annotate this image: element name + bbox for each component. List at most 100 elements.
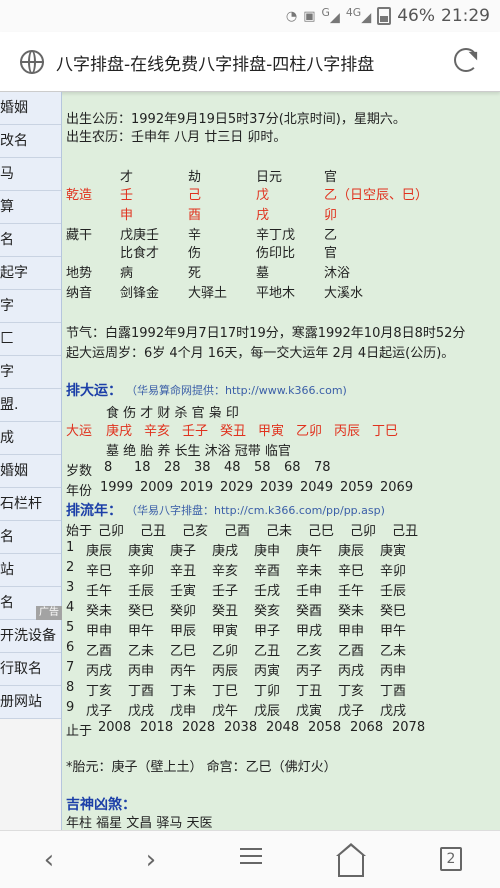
end-value: 2078 — [392, 720, 426, 735]
liunian-item: 癸亥 — [254, 604, 281, 619]
sidebar-item[interactable]: 名 — [0, 224, 61, 257]
liunian-item: 丁卯 — [254, 684, 281, 699]
sidebar-item[interactable]: 匚 — [0, 323, 61, 356]
heavenly-stem: 壬 — [120, 188, 134, 203]
end-value: 2068 — [350, 720, 384, 735]
liunian-item: 丁亥 — [338, 684, 365, 699]
liunian-item: 丁巳 — [212, 684, 239, 699]
end-value: 2058 — [308, 720, 342, 735]
dayun-title: 排大运： — [66, 383, 122, 399]
year-value: 2069 — [380, 480, 414, 495]
ad-badge[interactable]: 广告 — [36, 606, 62, 620]
signal-4g-icon: 4G◢ — [345, 6, 372, 26]
sidebar-item[interactable]: 开洗设备 — [0, 620, 61, 653]
nayin-value: 大溪水 — [324, 286, 364, 301]
start-value: 己卯 — [98, 524, 125, 539]
status-bar: ◔ ▣ G◢ 4G◢ 46% 21:29 — [0, 0, 500, 32]
sidebar-item[interactable]: 行取名 — [0, 653, 61, 686]
liunian-item: 庚子 — [170, 544, 197, 559]
age-value: 38 — [194, 460, 211, 475]
sidebar-item[interactable]: 改名 — [0, 125, 61, 158]
liunian-item: 乙丑 — [254, 644, 281, 659]
sidebar-item[interactable]: 起字 — [0, 257, 61, 290]
sidebar: 婚姻 改名马算名起字字匚字盟. 成婚姻 石栏杆名站名开洗设备 行取名 册网站 — [0, 92, 62, 830]
liunian-row-number: 2 — [66, 560, 75, 575]
age-value: 58 — [254, 460, 271, 475]
address-bar[interactable]: 八字排盘-在线免费八字排盘-四柱八字排盘 — [0, 32, 500, 92]
liunian-item: 庚辰 — [338, 544, 365, 559]
dayun-item: 甲寅 — [258, 424, 285, 439]
liunian-row-number: 7 — [66, 660, 75, 675]
liunian-row-number: 1 — [66, 540, 75, 555]
page-title[interactable]: 八字排盘-在线免费八字排盘-四柱八字排盘 — [56, 50, 374, 75]
sidebar-item[interactable]: 名 — [0, 521, 61, 554]
liunian-title: 排流年： — [66, 503, 122, 519]
shensha-line: 年柱 福星 文昌 驿马 天医 — [66, 816, 213, 830]
tabs-button[interactable]: 2 — [440, 847, 462, 871]
liunian-item: 庚戌 — [212, 544, 239, 559]
earthly-branch: 酉 — [188, 208, 202, 223]
sidebar-item[interactable]: 成 — [0, 422, 61, 455]
sidebar-item[interactable]: 婚姻 — [0, 455, 61, 488]
end-value: 2028 — [182, 720, 216, 735]
liunian-item: 壬午 — [338, 584, 365, 599]
sidebar-item[interactable]: 石栏杆 — [0, 488, 61, 521]
forward-button[interactable]: › — [136, 845, 166, 875]
liunian-item: 乙未 — [380, 644, 407, 659]
liunian-row-number: 4 — [66, 600, 75, 615]
liunian-item: 辛卯 — [380, 564, 407, 579]
start-value: 己丑 — [140, 524, 167, 539]
reload-icon[interactable] — [454, 48, 478, 72]
sidebar-item[interactable]: 马 — [0, 158, 61, 191]
liunian-item: 庚辰 — [86, 544, 113, 559]
liunian-item: 丁亥 — [86, 684, 113, 699]
back-button[interactable]: ‹ — [34, 845, 64, 875]
canggan-god: 官 — [324, 246, 338, 261]
sidebar-item[interactable]: 站 — [0, 554, 61, 587]
liunian-item: 甲寅 — [212, 624, 239, 639]
sidebar-item[interactable]: 册网站 — [0, 686, 61, 719]
start-value: 己亥 — [182, 524, 209, 539]
liunian-item: 壬子 — [212, 584, 239, 599]
canggan-god: 伤 — [188, 246, 202, 261]
end-value: 2048 — [266, 720, 300, 735]
liunian-item: 丙戌 — [338, 664, 365, 679]
dayun-item: 辛亥 — [144, 424, 171, 439]
birth-lunar: 出生农历：壬申年 八月 廿三日 卯时。 — [66, 130, 287, 145]
liunian-item: 乙卯 — [212, 644, 239, 659]
liunian-item: 丙子 — [296, 664, 323, 679]
ten-god-label: 官 — [324, 170, 338, 185]
liunian-item: 丙寅 — [254, 664, 281, 679]
home-button[interactable] — [338, 855, 364, 877]
liunian-row-number: 3 — [66, 580, 75, 595]
ten-god-label: 日元 — [256, 170, 283, 185]
liunian-item: 壬戌 — [254, 584, 281, 599]
liunian-item: 庚寅 — [380, 544, 407, 559]
notification-1-icon: ▣ — [303, 8, 316, 24]
liunian-item: 甲午 — [380, 624, 407, 639]
sidebar-item[interactable]: 字 — [0, 290, 61, 323]
sidebar-item[interactable]: 算 — [0, 191, 61, 224]
end-value: 2018 — [140, 720, 174, 735]
birth-solar: 出生公历：1992年9月19日5时37分(北京时间)，星期六。 — [66, 112, 406, 127]
liunian-item: 庚午 — [296, 544, 323, 559]
liunian-item: 戊戌 — [380, 704, 407, 719]
sidebar-item[interactable]: 盟. — [0, 389, 61, 422]
menu-button[interactable] — [236, 843, 266, 873]
liunian-item: 庚寅 — [128, 544, 155, 559]
dayun-gods: 食 伤 才 财 杀 官 枭 印 — [106, 406, 239, 421]
liunian-item: 戊戌 — [128, 704, 155, 719]
sidebar-item[interactable]: 婚姻 — [0, 92, 61, 125]
liunian-item: 乙亥 — [296, 644, 323, 659]
sidebar-item[interactable]: 字 — [0, 356, 61, 389]
liunian-item: 丙戌 — [86, 664, 113, 679]
year-value: 2049 — [300, 480, 334, 495]
clock: 21:29 — [441, 6, 490, 26]
nayin-label: 纳音 — [66, 286, 93, 301]
start-value: 己丑 — [392, 524, 419, 539]
year-value: 2029 — [220, 480, 254, 495]
nayin-value: 平地木 — [256, 286, 296, 301]
jieqi-line: 节气：白露1992年9月7日17时19分，寒露1992年10月8日8时52分 — [66, 326, 466, 341]
liunian-item: 辛卯 — [128, 564, 155, 579]
age-value: 78 — [314, 460, 331, 475]
